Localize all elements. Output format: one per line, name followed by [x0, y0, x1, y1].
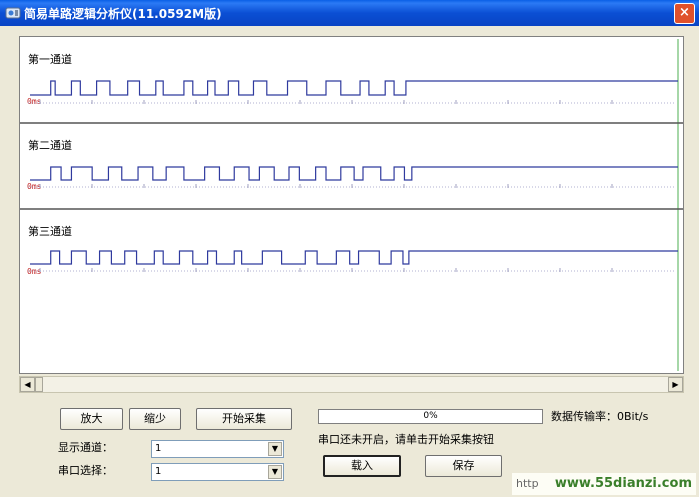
display-channel-select[interactable]: 1 ▼ — [151, 440, 284, 458]
watermark-prefix: http — [516, 477, 539, 490]
zoom-in-button[interactable]: 放大 — [60, 408, 123, 430]
zoom-out-button[interactable]: 缩少 — [129, 408, 181, 430]
transfer-rate-label: 数据传输率：0Bit/s — [551, 410, 649, 423]
horizontal-scrollbar[interactable]: ◀ ▶ — [19, 376, 684, 393]
channel-2-waveform — [30, 166, 678, 181]
serial-port-label: 串口选择： — [58, 464, 113, 477]
serial-port-value: 1 — [155, 466, 162, 477]
display-channel-value: 1 — [155, 443, 162, 454]
watermark-site: www.55dianzi.com — [554, 476, 692, 491]
scroll-left-icon[interactable]: ◀ — [20, 377, 35, 392]
scroll-thumb[interactable] — [35, 377, 43, 392]
status-text: 串口还未开启，请单击开始采集按钮 — [318, 433, 494, 446]
progress-text: 0% — [423, 411, 438, 421]
waveform-canvas — [20, 39, 683, 371]
watermark: http www.55dianzi.com — [512, 473, 696, 495]
channel-1-waveform — [30, 80, 678, 96]
chevron-down-icon[interactable]: ▼ — [268, 465, 282, 479]
scroll-right-icon[interactable]: ▶ — [668, 377, 683, 392]
load-button[interactable]: 载入 — [323, 455, 401, 477]
close-button[interactable]: × — [674, 3, 695, 24]
title-bar: 简易单路逻辑分析仪(11.0592M版) × — [0, 0, 699, 26]
chevron-down-icon[interactable]: ▼ — [268, 442, 282, 456]
display-channel-label: 显示通道： — [58, 441, 113, 454]
save-button[interactable]: 保存 — [425, 455, 502, 477]
progress-bar: 0% — [318, 409, 543, 424]
window-title: 简易单路逻辑分析仪(11.0592M版) — [24, 7, 222, 21]
start-capture-button[interactable]: 开始采集 — [196, 408, 292, 430]
serial-port-select[interactable]: 1 ▼ — [151, 463, 284, 481]
app-icon — [5, 7, 21, 19]
waveform-display: 第一通道 0ms 第二通道 0ms 第三通道 0ms — [19, 36, 684, 374]
channel-3-waveform — [30, 250, 678, 265]
